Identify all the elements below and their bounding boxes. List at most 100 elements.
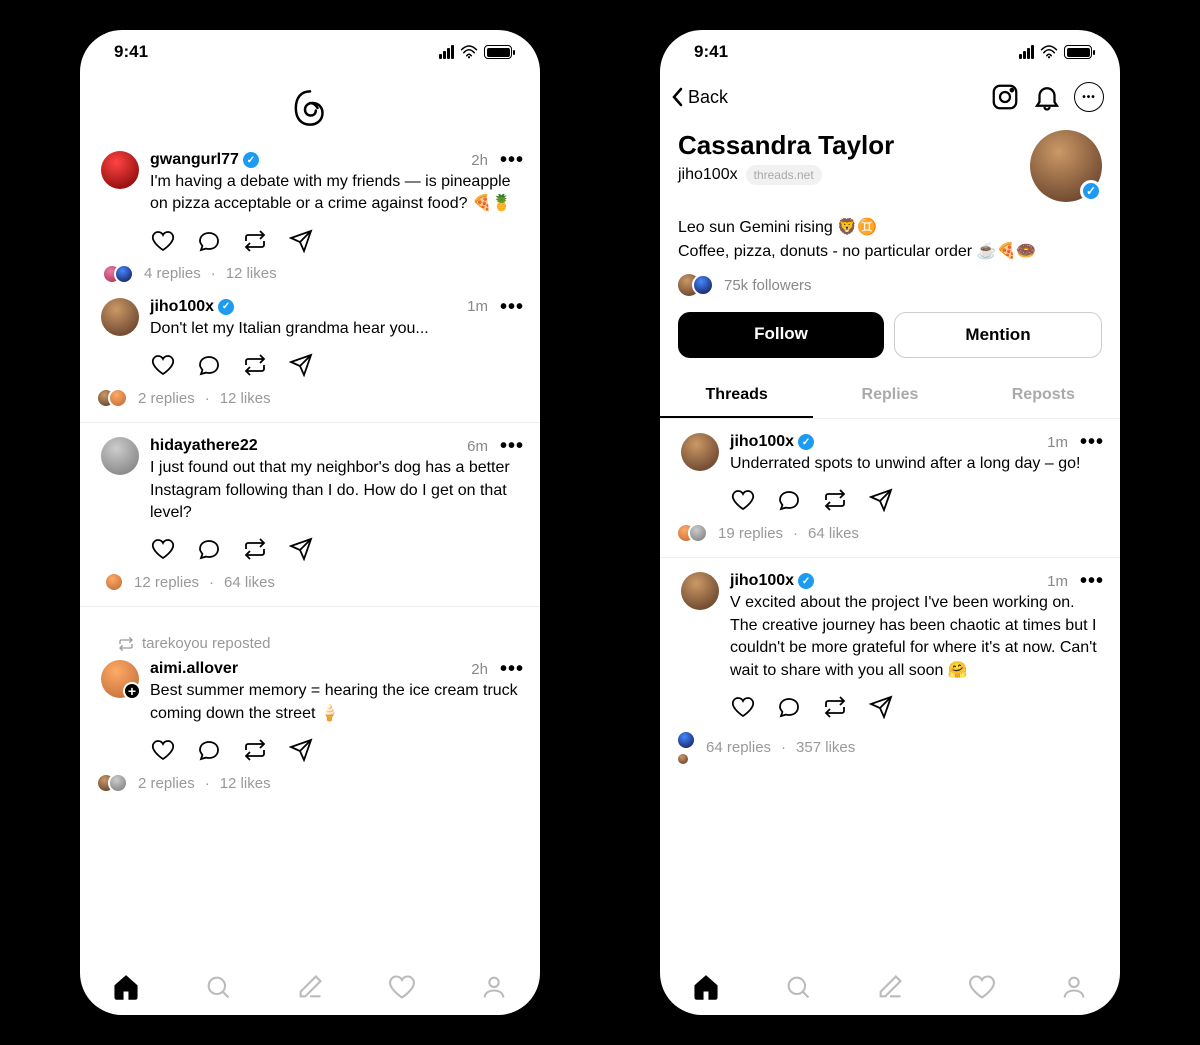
nav-search-icon[interactable] bbox=[782, 971, 814, 1003]
post-actions bbox=[150, 348, 524, 388]
profile-post[interactable]: jiho100x 1m ••• V excited about the proj… bbox=[660, 557, 1120, 780]
notifications-icon[interactable] bbox=[1032, 82, 1062, 112]
comment-icon[interactable] bbox=[196, 228, 222, 254]
replies-count[interactable]: 4 replies bbox=[144, 265, 201, 282]
likes-count[interactable]: 12 likes bbox=[226, 265, 277, 282]
more-icon[interactable]: ••• bbox=[500, 155, 524, 165]
likes-count[interactable]: 12 likes bbox=[220, 775, 271, 792]
tab-threads[interactable]: Threads bbox=[660, 374, 813, 418]
share-icon[interactable] bbox=[868, 487, 894, 513]
post-actions bbox=[150, 532, 524, 572]
avatar[interactable] bbox=[681, 572, 719, 610]
nav-compose-icon[interactable] bbox=[874, 971, 906, 1003]
post-rail bbox=[676, 572, 724, 616]
repost-icon[interactable] bbox=[822, 694, 848, 720]
repost-icon[interactable] bbox=[242, 352, 268, 378]
likes-count[interactable]: 64 likes bbox=[224, 574, 275, 591]
profile-post[interactable]: jiho100x 1m ••• Underrated spots to unwi… bbox=[660, 419, 1120, 557]
threads-logo[interactable] bbox=[80, 74, 540, 151]
more-icon[interactable]: ••• bbox=[1080, 576, 1104, 586]
replies-count[interactable]: 2 replies bbox=[138, 775, 195, 792]
instagram-icon[interactable] bbox=[990, 82, 1020, 112]
avatar[interactable]: + bbox=[101, 660, 139, 698]
like-icon[interactable] bbox=[150, 352, 176, 378]
feed-post[interactable]: tarekoyou reposted + aimi.allover 2h ••• bbox=[80, 606, 540, 807]
username[interactable]: hidayathere22 bbox=[150, 437, 258, 455]
like-icon[interactable] bbox=[730, 487, 756, 513]
username[interactable]: jiho100x bbox=[730, 572, 794, 590]
replies-count[interactable]: 19 replies bbox=[718, 525, 783, 542]
avatar[interactable] bbox=[101, 151, 139, 189]
like-icon[interactable] bbox=[150, 228, 176, 254]
more-icon[interactable]: ••• bbox=[1080, 437, 1104, 447]
tab-replies[interactable]: Replies bbox=[813, 374, 966, 418]
nav-activity-icon[interactable] bbox=[966, 971, 998, 1003]
avatar[interactable] bbox=[681, 433, 719, 471]
nav-home-icon[interactable] bbox=[690, 971, 722, 1003]
repost-icon[interactable] bbox=[242, 536, 268, 562]
tab-reposts[interactable]: Reposts bbox=[967, 374, 1120, 418]
comment-icon[interactable] bbox=[196, 737, 222, 763]
post-meta: 2 replies · 12 likes bbox=[96, 773, 524, 807]
share-icon[interactable] bbox=[288, 737, 314, 763]
username[interactable]: aimi.allover bbox=[150, 660, 238, 678]
nav-activity-icon[interactable] bbox=[386, 971, 418, 1003]
comment-icon[interactable] bbox=[776, 694, 802, 720]
post-rail: + bbox=[96, 660, 144, 704]
share-icon[interactable] bbox=[868, 694, 894, 720]
more-menu-icon[interactable]: ••• bbox=[1074, 82, 1104, 112]
domain-pill: threads.net bbox=[746, 165, 822, 185]
verified-badge-icon bbox=[218, 299, 234, 315]
reply-avatar bbox=[676, 730, 696, 750]
phone-feed: 9:41 gwangurl77 2 bbox=[80, 30, 540, 1015]
nav-search-icon[interactable] bbox=[202, 971, 234, 1003]
nav-profile-icon[interactable] bbox=[478, 971, 510, 1003]
repost-icon[interactable] bbox=[822, 487, 848, 513]
nav-compose-icon[interactable] bbox=[294, 971, 326, 1003]
avatar[interactable] bbox=[101, 298, 139, 336]
like-icon[interactable] bbox=[730, 694, 756, 720]
status-icons bbox=[439, 45, 512, 59]
replies-count[interactable]: 12 replies bbox=[134, 574, 199, 591]
post-rail bbox=[96, 437, 144, 481]
reply-avatar bbox=[676, 752, 690, 766]
follow-button[interactable]: Follow bbox=[678, 312, 884, 358]
followers-row[interactable]: 75k followers bbox=[678, 274, 1102, 312]
avatar[interactable] bbox=[101, 437, 139, 475]
chevron-left-icon bbox=[670, 87, 684, 107]
likes-count[interactable]: 12 likes bbox=[220, 390, 271, 407]
username[interactable]: gwangurl77 bbox=[150, 151, 239, 169]
profile-avatar[interactable] bbox=[1030, 130, 1102, 202]
username[interactable]: jiho100x bbox=[150, 298, 214, 316]
like-icon[interactable] bbox=[150, 536, 176, 562]
share-icon[interactable] bbox=[288, 228, 314, 254]
nav-profile-icon[interactable] bbox=[1058, 971, 1090, 1003]
more-icon[interactable]: ••• bbox=[500, 441, 524, 451]
likes-count[interactable]: 64 likes bbox=[808, 525, 859, 542]
repost-icon[interactable] bbox=[242, 737, 268, 763]
like-icon[interactable] bbox=[150, 737, 176, 763]
feed-post[interactable]: gwangurl77 2h ••• I'm having a debate wi… bbox=[80, 151, 540, 298]
repost-icon[interactable] bbox=[242, 228, 268, 254]
feed-post[interactable]: jiho100x 1m ••• Don't let my Italian gra… bbox=[80, 298, 540, 422]
replies-count[interactable]: 64 replies bbox=[706, 739, 771, 756]
more-icon[interactable]: ••• bbox=[500, 302, 524, 312]
mention-button[interactable]: Mention bbox=[894, 312, 1102, 358]
comment-icon[interactable] bbox=[196, 536, 222, 562]
nav-home-icon[interactable] bbox=[110, 971, 142, 1003]
follower-avatar bbox=[692, 274, 714, 296]
follow-plus-icon[interactable]: + bbox=[123, 682, 141, 700]
post-body: I just found out that my neighbor's dog … bbox=[150, 455, 524, 532]
comment-icon[interactable] bbox=[196, 352, 222, 378]
wifi-icon bbox=[460, 45, 478, 59]
back-button[interactable]: Back bbox=[670, 87, 728, 108]
share-icon[interactable] bbox=[288, 352, 314, 378]
profile-content: Back ••• Cassandra Taylor jiho100x threa… bbox=[660, 74, 1120, 959]
more-icon[interactable]: ••• bbox=[500, 664, 524, 674]
likes-count[interactable]: 357 likes bbox=[796, 739, 855, 756]
replies-count[interactable]: 2 replies bbox=[138, 390, 195, 407]
share-icon[interactable] bbox=[288, 536, 314, 562]
feed-post[interactable]: hidayathere22 6m ••• I just found out th… bbox=[80, 422, 540, 606]
username[interactable]: jiho100x bbox=[730, 433, 794, 451]
comment-icon[interactable] bbox=[776, 487, 802, 513]
